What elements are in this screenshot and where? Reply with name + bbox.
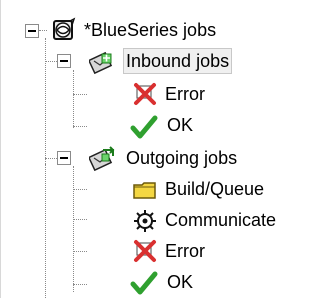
globe-icon xyxy=(51,17,77,43)
tree-connector xyxy=(45,164,46,298)
inbound-collapse-toggle[interactable] xyxy=(57,54,71,68)
tree-item-inbound-jobs[interactable]: Inbound jobs xyxy=(122,48,233,74)
root-collapse-toggle[interactable] xyxy=(25,24,39,38)
job-tree-panel: *BlueSeries jobs Inbound jobs Error OK O… xyxy=(0,0,320,298)
outgoing-collapse-toggle[interactable] xyxy=(57,151,71,165)
tree-item-label: *BlueSeries jobs xyxy=(84,20,217,40)
tree-connector xyxy=(73,284,87,285)
tree-item-label: Error xyxy=(165,84,205,104)
tree-connector xyxy=(73,126,87,127)
tree-item-outgoing-jobs[interactable]: Outgoing jobs xyxy=(124,146,239,170)
tree-connector xyxy=(73,251,87,252)
tree-connector xyxy=(73,94,87,95)
tree-item-label: OK xyxy=(167,115,194,135)
tree-item-label: Inbound jobs xyxy=(126,51,230,71)
outgoing-jobs-icon xyxy=(87,144,115,172)
tree-item-label: Communicate xyxy=(165,210,277,230)
tree-connector xyxy=(45,61,57,62)
tree-item-label: Build/Queue xyxy=(165,179,265,199)
inbound-jobs-icon xyxy=(87,48,115,75)
tree-item-label: Outgoing jobs xyxy=(126,148,238,168)
tree-connector xyxy=(73,189,87,190)
tree-item-build-queue[interactable]: Build/Queue xyxy=(163,177,266,201)
checkmark-icon xyxy=(129,268,158,295)
tree-connector xyxy=(73,219,87,220)
tree-item-label: Error xyxy=(165,241,205,261)
tree-connector xyxy=(45,38,46,164)
error-x-icon xyxy=(131,237,157,263)
tree-item-communicate[interactable]: Communicate xyxy=(163,208,278,232)
tree-connector xyxy=(45,158,57,159)
tree-item-label: OK xyxy=(167,272,194,292)
tree-connector xyxy=(73,70,74,128)
tree-connector xyxy=(73,166,74,292)
tree-item-inbound-ok[interactable]: OK xyxy=(165,113,195,137)
checkmark-icon xyxy=(129,112,158,139)
error-x-icon xyxy=(131,80,157,106)
tree-item-outgoing-error[interactable]: Error xyxy=(163,239,207,263)
tree-item-outgoing-ok[interactable]: OK xyxy=(165,270,195,294)
tree-item-inbound-error[interactable]: Error xyxy=(163,82,207,106)
gear-icon xyxy=(131,207,157,233)
tree-connector xyxy=(39,30,47,31)
folder-icon xyxy=(131,176,157,202)
tree-item-blueseries-jobs[interactable]: *BlueSeries jobs xyxy=(82,18,218,42)
